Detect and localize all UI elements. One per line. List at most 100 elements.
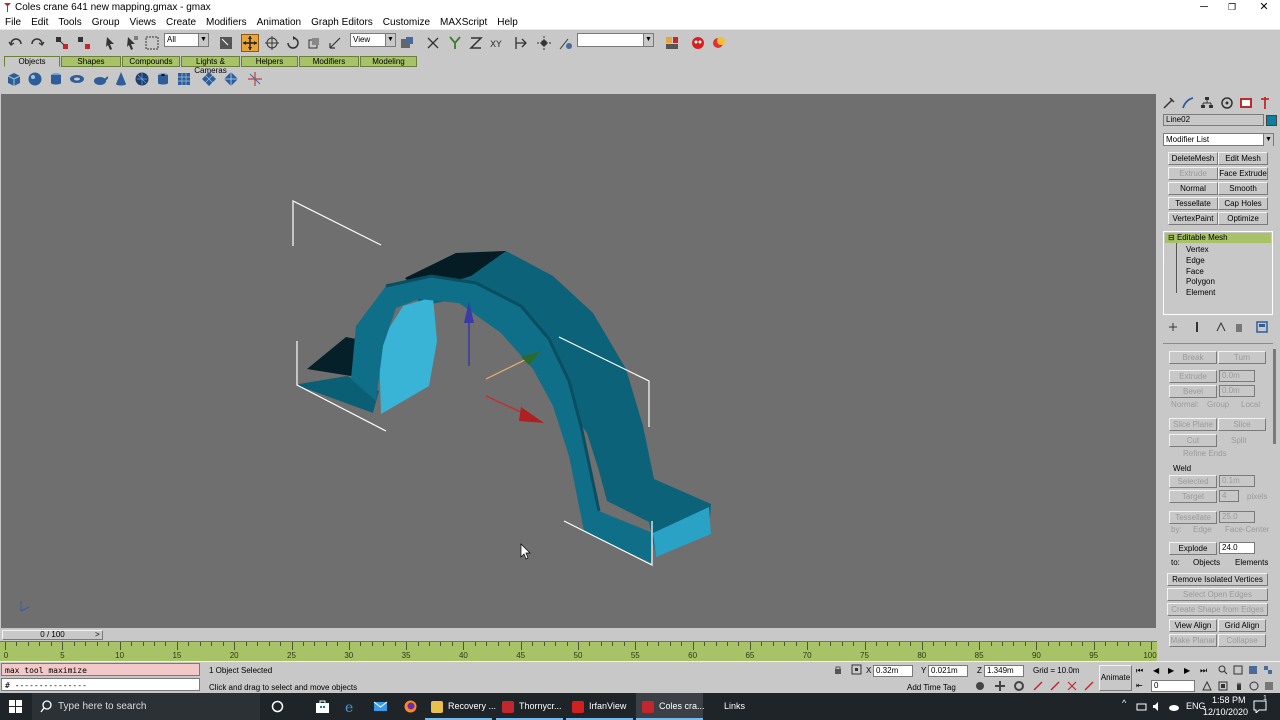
explode-objects-radio[interactable]: Objects	[1193, 558, 1220, 567]
tessellate-modifier-button[interactable]: Tessellate	[1168, 197, 1218, 210]
align-icon[interactable]	[513, 34, 531, 52]
perspective-viewport[interactable]	[0, 93, 1157, 629]
display-panel-tab-icon[interactable]	[1239, 96, 1253, 113]
hierarchy-panel-tab-icon[interactable]	[1200, 96, 1214, 113]
pivot-center-icon[interactable]	[398, 34, 416, 52]
explode-angle-spinner[interactable]: 24.0	[1219, 542, 1255, 554]
optimize-button[interactable]: Optimize	[1218, 212, 1268, 225]
make-unique-icon[interactable]	[1215, 321, 1227, 336]
taskbar-item-recovery[interactable]: Recovery ...	[425, 693, 496, 720]
x-coord-field[interactable]: 0.32m	[873, 665, 913, 677]
turn-button[interactable]: Turn	[1218, 351, 1266, 364]
extrude-modifier-button[interactable]: Extrude	[1168, 167, 1218, 180]
track-bar[interactable]: 0 5 10 15 20 25 30 35 40 45 50 55 60 65 70 75 80 85 90 95 10…	[0, 641, 1157, 661]
cut-button[interactable]: Cut	[1169, 434, 1217, 447]
add-time-tag-button[interactable]: Add Time Tag	[907, 683, 956, 692]
tessellate-edge-radio[interactable]: Edge	[1193, 525, 1212, 534]
bevel-amount-spinner[interactable]: 0.0m	[1219, 385, 1255, 397]
taskbar-item-irfanview[interactable]: IrfanView	[566, 693, 633, 720]
goto-end-icon[interactable]: ⏭	[1200, 666, 1207, 676]
break-button[interactable]: Break	[1169, 351, 1217, 364]
zoom-icon[interactable]	[1218, 665, 1228, 678]
volume-icon[interactable]	[1152, 701, 1163, 715]
restrict-to-xy-icon[interactable]: XY	[488, 34, 506, 52]
helper-grid-icon[interactable]	[223, 71, 239, 87]
y-coord-field[interactable]: 0.021m	[928, 665, 968, 677]
edge-browser-icon[interactable]: e	[344, 699, 359, 717]
point-helper-icon[interactable]	[247, 71, 263, 87]
select-and-rotate-icon[interactable]	[263, 34, 281, 52]
mail-icon[interactable]	[373, 700, 388, 716]
geosphere-icon[interactable]	[134, 71, 150, 87]
object-name-field[interactable]: Line02	[1163, 114, 1264, 126]
menu-modifiers[interactable]: Modifiers	[201, 17, 252, 28]
task-view-icon[interactable]	[271, 700, 284, 716]
select-and-link-icon[interactable]	[53, 34, 71, 52]
mirror-icon[interactable]	[424, 34, 442, 52]
refine-ends-checkbox[interactable]: Refine Ends	[1183, 449, 1227, 458]
selection-filter-dropdown[interactable]: All ▼	[164, 33, 209, 47]
menu-group[interactable]: Group	[87, 17, 125, 28]
current-frame-field[interactable]: 0	[1151, 680, 1195, 692]
slice-plane-button[interactable]: Slice Plane	[1169, 418, 1217, 431]
weld-target-button[interactable]: Target	[1169, 490, 1217, 503]
lock-selection-icon[interactable]	[833, 665, 843, 678]
taskbar-item-thornycroft[interactable]: Thornycr...	[496, 693, 563, 720]
select-object-icon[interactable]	[101, 34, 119, 52]
motion-panel-tab-icon[interactable]	[1220, 96, 1234, 113]
subobject-edge[interactable]: Edge	[1186, 256, 1205, 265]
goto-start-icon[interactable]: ⏮	[1136, 666, 1143, 676]
split-checkbox[interactable]: Split	[1231, 436, 1247, 445]
key-mode-toggle-icon[interactable]: ⇤	[1136, 681, 1143, 690]
tessellate-tension-spinner[interactable]: 25.0	[1219, 511, 1255, 523]
zoom-extents-all-icon[interactable]	[1263, 665, 1273, 678]
extrude-amount-spinner[interactable]: 0.0m	[1219, 370, 1255, 382]
edit-mesh-button[interactable]: Edit Mesh	[1218, 152, 1268, 165]
menu-customize[interactable]: Customize	[378, 17, 435, 28]
remove-modifier-icon[interactable]	[1233, 321, 1245, 336]
tab-lights-cameras[interactable]: Lights & Cameras	[181, 56, 240, 75]
select-and-manipulate-icon[interactable]	[217, 34, 235, 52]
weld-selected-button[interactable]: Selected	[1169, 475, 1217, 488]
torus-icon[interactable]	[69, 71, 85, 87]
menu-views[interactable]: Views	[125, 17, 162, 28]
material-editor-icon[interactable]	[663, 34, 681, 52]
view-align-button[interactable]: View Align	[1169, 619, 1217, 632]
menu-file[interactable]: File	[0, 17, 26, 28]
use-pivot-point-icon[interactable]	[326, 34, 344, 52]
show-end-result-icon[interactable]	[1191, 321, 1203, 336]
cylinder-icon[interactable]	[48, 71, 64, 87]
subobject-element[interactable]: Element	[1186, 288, 1215, 297]
firefox-icon[interactable]	[403, 699, 418, 717]
select-open-edges-button[interactable]: Select Open Edges	[1167, 588, 1268, 601]
remove-isolated-vertices-button[interactable]: Remove Isolated Vertices	[1167, 573, 1268, 586]
tab-modifiers[interactable]: Modifiers	[299, 56, 359, 67]
weld-threshold-spinner[interactable]: 0.1m	[1219, 475, 1255, 487]
menu-animation[interactable]: Animation	[252, 17, 306, 28]
named-selection-set-dropdown[interactable]: ▼	[577, 33, 654, 47]
configure-modifier-sets-icon[interactable]	[1256, 321, 1268, 336]
normal-button[interactable]: Normal	[1168, 182, 1218, 195]
stack-item-editable-mesh[interactable]: ⊟ Editable Mesh	[1165, 233, 1271, 243]
vertexpaint-button[interactable]: VertexPaint	[1168, 212, 1218, 225]
box-icon[interactable]	[6, 71, 22, 87]
subobject-polygon[interactable]: Polygon	[1186, 277, 1215, 286]
onedrive-icon[interactable]	[1168, 701, 1179, 715]
rollout-scrollbar[interactable]	[1273, 349, 1276, 444]
zoom-extents-icon[interactable]	[1248, 665, 1258, 678]
menu-maxscript[interactable]: MAXScript	[435, 17, 492, 28]
restrict-to-y-icon[interactable]	[446, 34, 464, 52]
select-by-name-icon[interactable]	[122, 34, 140, 52]
weld-target-spinner[interactable]: 4	[1219, 490, 1239, 502]
grid-align-button[interactable]: Grid Align	[1218, 619, 1266, 632]
quick-render-icon[interactable]	[710, 34, 728, 52]
menu-graph-editors[interactable]: Graph Editors	[306, 17, 378, 28]
rotate-icon[interactable]	[284, 34, 302, 52]
region-select-icon[interactable]	[143, 34, 161, 52]
teapot-icon[interactable]	[92, 71, 109, 87]
show-hidden-icons-icon[interactable]: ^	[1122, 698, 1126, 708]
extrude-button[interactable]: Extrude	[1169, 370, 1217, 383]
scale-icon[interactable]	[305, 34, 323, 52]
tab-shapes[interactable]: Shapes	[61, 56, 121, 67]
animate-button[interactable]: Animate	[1099, 665, 1132, 691]
